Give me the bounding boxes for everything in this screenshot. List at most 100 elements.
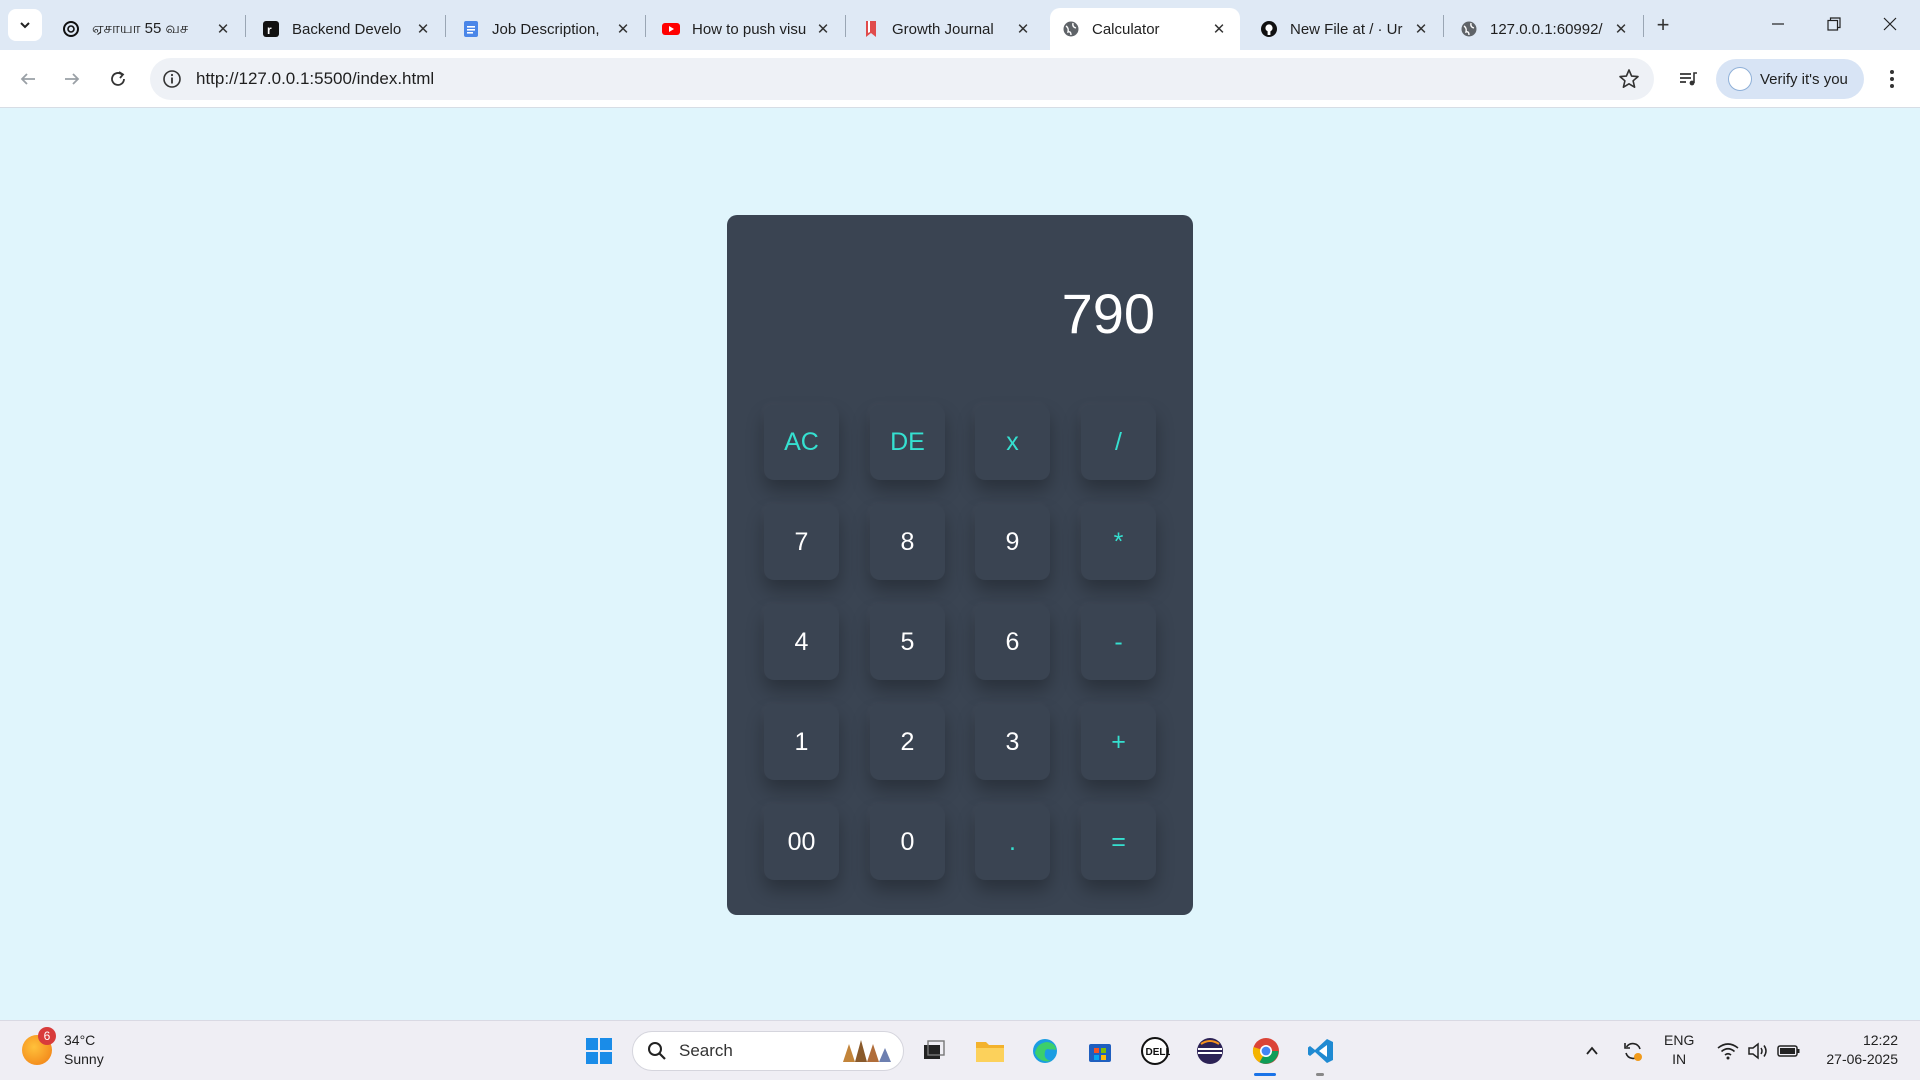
key-3-button[interactable]: 3 (975, 705, 1050, 780)
tab-title: How to push visu (692, 20, 807, 38)
back-button[interactable] (12, 63, 44, 95)
tab-isaiah[interactable]: ஏசாயா 55 வச ✕ (50, 8, 244, 50)
restore-icon (1827, 17, 1841, 31)
star-icon[interactable] (1618, 68, 1640, 90)
notification-badge: 6 (38, 1027, 56, 1045)
playlist-icon (1680, 72, 1697, 86)
browser-menu-button[interactable] (1876, 63, 1908, 95)
r-logo-icon: r (262, 20, 280, 38)
close-icon[interactable]: ✕ (1412, 20, 1430, 38)
sync-button[interactable] (1618, 1035, 1648, 1067)
reload-button[interactable] (102, 63, 134, 95)
tab-title: ஏசாயா 55 வச (92, 19, 189, 37)
language-code: ENG (1664, 1032, 1695, 1048)
network-button[interactable] (1714, 1035, 1742, 1067)
close-window-button[interactable] (1862, 0, 1918, 48)
url-text[interactable]: http://127.0.0.1:5500/index.html (196, 69, 434, 89)
tab-backend-developer[interactable]: r Backend Develo ✕ (250, 8, 444, 50)
key-double-zero-button[interactable]: 00 (764, 805, 839, 880)
address-bar[interactable]: http://127.0.0.1:5500/index.html (150, 58, 1654, 100)
key-2-button[interactable]: 2 (870, 705, 945, 780)
key-0-button[interactable]: 0 (870, 805, 945, 880)
key-all-clear-button[interactable]: AC (764, 405, 839, 480)
tab-new-file-github[interactable]: New File at / · Ur ✕ (1248, 8, 1442, 50)
key-9-button[interactable]: 9 (975, 505, 1050, 580)
tab-title: Job Description, (492, 20, 600, 38)
key-8-button[interactable]: 8 (870, 505, 945, 580)
calculator: 790 AC DE x/7 8 9 * 4 5 6-1 2 3 +00 0. = (727, 215, 1193, 915)
taskbar-search[interactable]: Search (632, 1031, 904, 1071)
chrome-button[interactable] (1250, 1035, 1282, 1067)
chrome-icon (1252, 1038, 1279, 1064)
task-view-button[interactable] (918, 1035, 950, 1067)
close-icon[interactable]: ✕ (814, 20, 832, 38)
tab-title: New File at / · Ur (1290, 20, 1403, 38)
key-divide-button[interactable]: / (1081, 405, 1156, 480)
key-subtract-button[interactable]: - (1081, 605, 1156, 680)
microsoft-store-button[interactable] (1084, 1035, 1116, 1067)
key-7-button[interactable]: 7 (764, 505, 839, 580)
chevron-up-icon (1586, 1046, 1598, 1055)
key-x-button[interactable]: x (975, 405, 1050, 480)
restore-button[interactable] (1806, 0, 1862, 48)
avatar (1728, 67, 1752, 91)
close-icon[interactable]: ✕ (1014, 20, 1032, 38)
close-icon[interactable]: ✕ (1612, 20, 1630, 38)
key-6-button[interactable]: 6 (975, 605, 1050, 680)
volume-button[interactable] (1744, 1035, 1772, 1067)
tab-job-description[interactable]: Job Description, ✕ (450, 8, 644, 50)
edge-icon (1033, 1039, 1057, 1063)
sync-icon (1624, 1042, 1642, 1061)
close-icon[interactable]: ✕ (214, 20, 232, 38)
tab-growth-journal[interactable]: Growth Journal ✕ (850, 8, 1044, 50)
tab-how-to-push[interactable]: How to push visu ✕ (650, 8, 844, 50)
file-explorer-button[interactable] (974, 1035, 1006, 1067)
tab-separator (445, 15, 446, 37)
system-clock[interactable]: 12:22 27-06-2025 (1818, 1031, 1898, 1069)
task-view-icon (924, 1040, 945, 1059)
tab-search-button[interactable] (8, 9, 42, 41)
start-button[interactable] (583, 1035, 615, 1067)
vscode-button[interactable] (1305, 1035, 1337, 1067)
close-icon[interactable]: ✕ (1210, 20, 1228, 38)
profile-label: Verify it's you (1760, 70, 1848, 88)
battery-button[interactable] (1774, 1035, 1804, 1067)
weather-widget[interactable]: 6 34°C Sunny (22, 1027, 104, 1069)
key-delete-button[interactable]: DE (870, 405, 945, 480)
key-5-button[interactable]: 5 (870, 605, 945, 680)
key-multiply-button[interactable]: * (1081, 505, 1156, 580)
close-icon (1883, 17, 1897, 31)
language-indicator[interactable]: ENG IN (1664, 1031, 1694, 1069)
eclipse-icon (1197, 1038, 1223, 1064)
tab-separator (645, 15, 646, 37)
key-4-button[interactable]: 4 (764, 605, 839, 680)
edge-button[interactable] (1029, 1035, 1061, 1067)
show-hidden-icons-button[interactable] (1580, 1035, 1604, 1067)
new-tab-button[interactable]: + (1648, 10, 1678, 40)
key-decimal-button[interactable]: . (975, 805, 1050, 880)
weather-condition: Sunny (64, 1051, 104, 1067)
key-equals-button[interactable]: = (1081, 805, 1156, 880)
key-add-button[interactable]: + (1081, 705, 1156, 780)
weather-temperature: 34°C (64, 1032, 96, 1048)
close-icon[interactable]: ✕ (414, 20, 432, 38)
tab-localhost-60992[interactable]: 127.0.0.1:60992/ ✕ (1448, 8, 1642, 50)
search-icon (648, 1042, 666, 1060)
forward-button[interactable] (56, 63, 88, 95)
arrow-right-icon (65, 73, 80, 85)
temple-illustration-icon (843, 1040, 891, 1062)
close-icon[interactable]: ✕ (614, 20, 632, 38)
dell-button[interactable]: DELL (1139, 1035, 1171, 1067)
profile-verify-button[interactable]: Verify it's you (1716, 59, 1864, 99)
minimize-button[interactable] (1750, 0, 1806, 48)
battery-icon (1777, 1045, 1800, 1057)
tab-calculator[interactable]: Calculator ✕ (1050, 8, 1240, 50)
media-controls-button[interactable] (1672, 63, 1704, 95)
store-icon (1089, 1044, 1111, 1062)
key-1-button[interactable]: 1 (764, 705, 839, 780)
info-icon[interactable] (162, 69, 182, 89)
tab-strip: ஏசாயா 55 வச ✕ r Backend Develo ✕ Job Des… (0, 0, 1920, 50)
globe-icon (1460, 20, 1478, 38)
eclipse-button[interactable] (1194, 1035, 1226, 1067)
github-icon (1260, 20, 1278, 38)
